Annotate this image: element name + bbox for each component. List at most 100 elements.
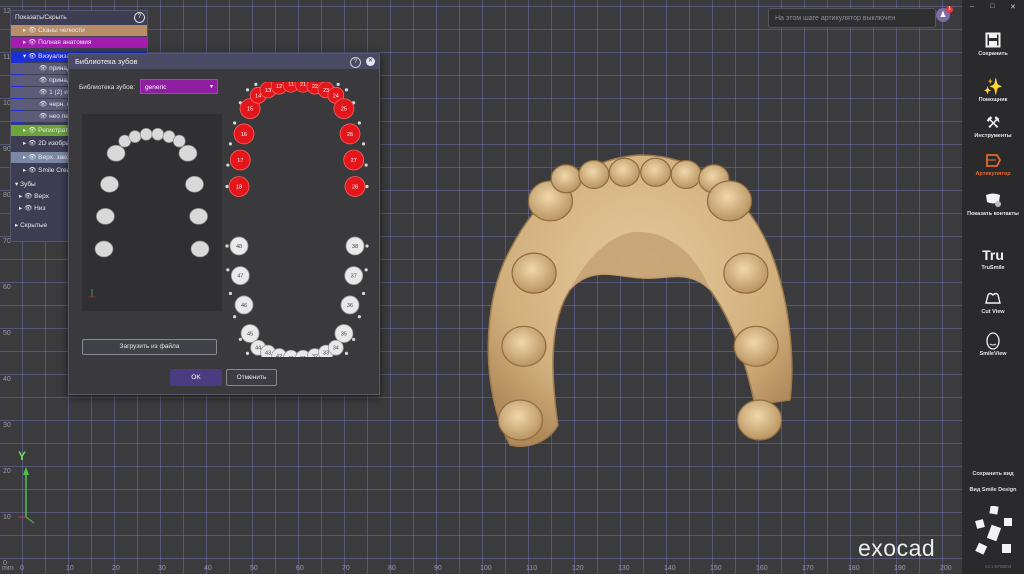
maximize-icon[interactable]: □ <box>990 3 994 10</box>
x-tick-label: 90 <box>434 565 442 572</box>
tooth-18[interactable]: 18 <box>228 176 250 197</box>
tooth-25[interactable]: 25 <box>333 98 355 120</box>
load-from-file-button[interactable]: Загрузить из файла <box>82 339 217 355</box>
eye-icon: 👁 <box>39 65 50 72</box>
tooth-number: 45 <box>247 332 253 338</box>
tooth-45[interactable]: 45 <box>240 324 260 343</box>
show-hide-row-label: Верх. закс <box>38 154 70 161</box>
save-button[interactable]: Сохранить <box>962 32 1024 58</box>
preview-tooth <box>94 240 114 258</box>
dialog-help-icon[interactable]: ? <box>350 57 361 68</box>
dialog-close-icon[interactable]: ✕ <box>366 57 375 66</box>
minimize-icon[interactable]: – <box>970 3 974 10</box>
tooth-37[interactable]: 37 <box>344 266 364 286</box>
arch-dot <box>365 184 369 189</box>
tooth-36[interactable]: 36 <box>340 295 360 315</box>
eye-icon: 👁 <box>39 89 50 96</box>
arch-dot <box>336 82 340 86</box>
tooth-number: 26 <box>347 132 353 138</box>
tooth-number: 11 <box>288 82 294 88</box>
x-tick-label: 10 <box>66 565 74 572</box>
save-view-link[interactable]: Сохранить вид <box>962 471 1024 477</box>
tooth-chart[interactable]: 18171615141312 11 21 22232425262728 4847464… <box>221 82 373 357</box>
show-hide-row-label: Показать/Скрыть <box>15 14 67 21</box>
close-icon[interactable]: ✕ <box>1010 3 1016 11</box>
tooth-number: 43 <box>265 351 271 357</box>
tooth-number: 27 <box>351 158 357 164</box>
library-select[interactable]: generic ▾ <box>140 79 218 94</box>
cancel-button[interactable]: Отменить <box>226 369 277 386</box>
jaw-tooth <box>640 157 672 187</box>
tooth-number: 12 <box>276 84 282 90</box>
tooth-26[interactable]: 26 <box>339 123 361 145</box>
jaw-tooth <box>723 252 769 294</box>
tooth-preview <box>82 114 222 311</box>
assistant-button[interactable]: ✨ Помощник <box>962 78 1024 104</box>
jaw-tooth <box>497 399 544 441</box>
tools-button[interactable]: ⚒ Инструменты <box>962 114 1024 140</box>
tooth-number: 14 <box>255 93 261 99</box>
jaw-tooth <box>578 159 610 190</box>
smile-design-view-link[interactable]: Вид Smile Design <box>962 487 1024 493</box>
articulator-icon <box>962 152 1024 171</box>
tooth-number: 24 <box>333 93 339 99</box>
tooth-48[interactable]: 48 <box>229 236 249 256</box>
eye-icon: ▸ 👁 <box>23 154 39 161</box>
cut-view-button[interactable]: Cut View <box>962 290 1024 316</box>
chevron-down-icon: ▾ <box>209 84 213 90</box>
tooth-46[interactable]: 46 <box>234 295 254 315</box>
show-hide-row[interactable]: Показать/Скрыть <box>11 12 147 23</box>
x-tick-label: 150 <box>710 565 722 572</box>
x-tick-label: 200 <box>940 565 952 572</box>
contacts-label: Показать контакты <box>967 211 1019 217</box>
articulator-label: Артикулятор <box>975 171 1011 177</box>
tooth-number: 17 <box>237 158 243 164</box>
x-tick-label: 120 <box>572 565 584 572</box>
preview-tooth <box>189 208 208 225</box>
y-tick-label: 30 <box>3 422 11 429</box>
eye-icon: ▸ 👁 <box>23 167 39 174</box>
arch-dot <box>233 121 237 125</box>
show-hide-row[interactable]: ▸ 👁 Полная анатомия <box>11 37 147 48</box>
articulator-button[interactable]: Артикулятор <box>962 152 1024 178</box>
show-hide-row[interactable]: ▸ 👁 Сканы челюсти <box>11 25 147 36</box>
tooth-17[interactable]: 17 <box>229 149 251 171</box>
jaw-tooth <box>550 164 582 194</box>
show-contacts-button[interactable]: Показать контакты <box>962 192 1024 218</box>
tooth-47[interactable]: 47 <box>230 266 250 286</box>
arch-dot <box>344 88 349 92</box>
x-tick-label: 70 <box>342 565 350 572</box>
show-hide-row-label: Полная анатомия <box>38 39 92 46</box>
exocad-mark-icon <box>975 506 1012 555</box>
preview-tooth <box>185 175 204 193</box>
tooth-16[interactable]: 16 <box>233 123 255 145</box>
preview-tooth <box>96 208 115 225</box>
y-tick-label: 60 <box>3 284 11 291</box>
tooth-number: 32 <box>312 354 318 357</box>
arch-dot <box>226 163 230 167</box>
tools-icon: ⚒ <box>985 115 1001 132</box>
tooth-38[interactable]: 38 <box>345 236 365 256</box>
exocad-logo: exocad <box>858 535 936 561</box>
show-hide-row-label: Smile Creat <box>38 167 73 174</box>
x-tick-label: 180 <box>848 565 860 572</box>
tooth-number: 25 <box>341 107 347 113</box>
jaw-scan-model[interactable] <box>470 150 810 455</box>
tooth-28[interactable]: 28 <box>344 176 366 197</box>
show-hide-row-label: нео пе <box>49 113 69 120</box>
ok-button[interactable]: OK <box>170 369 222 386</box>
preview-tooth <box>100 175 119 193</box>
tooth-27[interactable]: 27 <box>343 149 365 171</box>
show-hide-row-label: Верх <box>34 193 49 200</box>
eye-icon: ▸ 👁 <box>23 27 39 34</box>
smileview-button[interactable]: SmileView <box>962 332 1024 358</box>
tooth-35[interactable]: 35 <box>334 324 354 343</box>
trusmile-button[interactable]: Tru TruSmile <box>962 246 1024 272</box>
eye-icon: ▸ 👁 <box>23 140 39 147</box>
trusmile-label: TruSmile <box>981 265 1005 271</box>
show-hide-row-label: Низ <box>34 205 46 212</box>
cut-view-label: Cut View <box>981 309 1005 315</box>
help-icon[interactable]: ? <box>134 12 145 23</box>
tooth-34[interactable]: 34 <box>327 339 344 356</box>
x-tick-label: 170 <box>802 565 814 572</box>
